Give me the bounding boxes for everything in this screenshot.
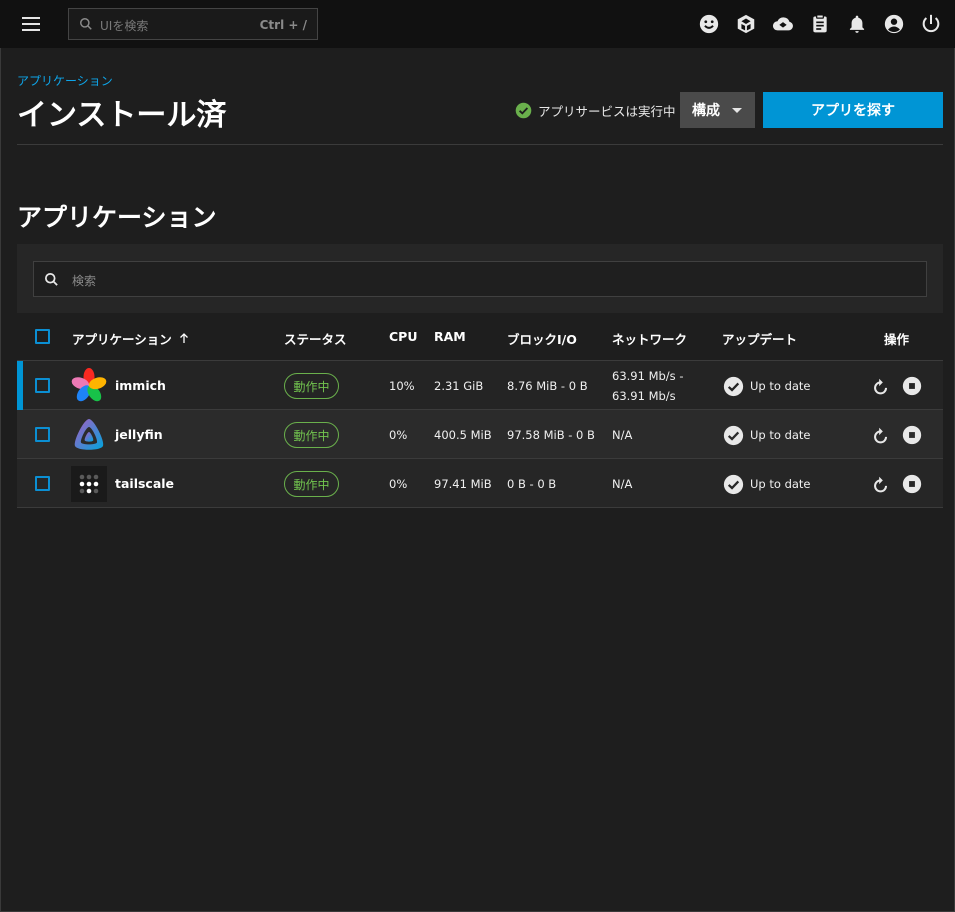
table-header: アプリケーション ステータス CPU RAM ブロックI/O ネットワーク アッ… (17, 313, 943, 361)
config-dropdown-button[interactable]: 構成 (680, 92, 755, 128)
discover-apps-button[interactable]: アプリを探す (763, 92, 943, 128)
page-title: インストール済 (17, 98, 227, 133)
status-badge: 動作中 (284, 471, 339, 497)
cpu-value: 10% (389, 379, 415, 393)
global-search-placeholder: UIを検索 (100, 19, 149, 33)
app-name[interactable]: jellyfin (115, 427, 163, 442)
column-header-ram[interactable]: RAM (434, 329, 466, 344)
row-checkbox[interactable] (35, 378, 50, 393)
app-search-placeholder: 検索 (72, 274, 97, 288)
clipboard-icon[interactable] (808, 12, 832, 36)
ram-value: 2.31 GiB (434, 379, 484, 393)
search-icon (80, 18, 92, 30)
row-checkbox[interactable] (35, 476, 50, 491)
column-app-label: アプリケーション (72, 332, 172, 347)
check-circle-icon (723, 474, 744, 494)
select-all-checkbox[interactable] (35, 329, 50, 344)
restart-icon[interactable] (870, 376, 892, 398)
table-row[interactable]: jellyfin 動作中 0% 400.5 MiB 97.58 MiB - 0 … (17, 410, 943, 459)
apps-card: 検索 アプリケーション ステータス CPU RAM ブロックI/O ネットワーク… (17, 244, 943, 509)
column-header-update[interactable]: アップデート (722, 329, 797, 348)
cpu-value: 0% (389, 477, 408, 491)
top-bar: UIを検索 Ctrl + / (0, 0, 955, 48)
network-value-line1: 63.91 Mb/s - (612, 369, 684, 383)
account-circle-icon[interactable] (882, 12, 906, 36)
menu-icon[interactable] (20, 14, 42, 34)
network-value-line2: 63.91 Mb/s (612, 389, 676, 403)
update-status: Up to date (723, 424, 811, 446)
config-label: 構成 (692, 103, 720, 119)
power-icon[interactable] (919, 12, 943, 36)
header-divider (17, 144, 943, 145)
cube-icon[interactable] (734, 12, 758, 36)
cpu-value: 0% (389, 428, 408, 442)
smiley-icon[interactable] (697, 12, 721, 36)
stop-icon[interactable] (902, 425, 922, 445)
block-io-value: 8.76 MiB - 0 B (507, 379, 588, 393)
breadcrumb[interactable]: アプリケーション (17, 72, 113, 89)
column-header-actions: 操作 (884, 332, 910, 347)
section-title: アプリケーション (17, 203, 217, 232)
column-header-block-io[interactable]: ブロックI/O (507, 329, 577, 348)
table-row[interactable]: immich 動作中 10% 2.31 GiB 8.76 MiB - 0 B 6… (17, 361, 943, 410)
bell-icon[interactable] (845, 12, 869, 36)
ram-value: 400.5 MiB (434, 428, 492, 442)
row-checkbox[interactable] (35, 427, 50, 442)
restart-icon[interactable] (870, 474, 892, 496)
ram-value: 97.41 MiB (434, 477, 492, 491)
cloud-sync-icon[interactable] (771, 12, 795, 36)
search-shortcut-hint: Ctrl + / (259, 18, 307, 32)
column-header-cpu[interactable]: CPU (389, 329, 418, 344)
app-search-input[interactable]: 検索 (33, 261, 927, 297)
service-status: アプリサービスは実行中 (515, 100, 676, 120)
service-status-label: アプリサービスは実行中 (538, 103, 676, 119)
column-header-status[interactable]: ステータス (284, 329, 347, 348)
search-area: 検索 (17, 244, 943, 313)
immich-logo-icon (71, 368, 107, 402)
update-status-label: Up to date (750, 379, 811, 393)
table-row[interactable]: tailscale 動作中 0% 97.41 MiB 0 B - 0 B N/A… (17, 459, 943, 508)
restart-icon[interactable] (870, 425, 892, 447)
app-name[interactable]: tailscale (115, 476, 174, 491)
search-icon (45, 273, 58, 286)
check-circle-icon (723, 376, 744, 396)
update-status-label: Up to date (750, 477, 811, 491)
global-search-input[interactable]: UIを検索 Ctrl + / (68, 8, 318, 40)
arrow-up-icon (179, 333, 188, 343)
tailscale-logo-icon (71, 466, 107, 502)
update-status: Up to date (723, 473, 811, 495)
stop-icon[interactable] (902, 376, 922, 396)
column-header-network[interactable]: ネットワーク (612, 329, 687, 348)
status-badge: 動作中 (284, 422, 339, 448)
selected-row-indicator (17, 361, 23, 410)
network-value-line1: N/A (612, 477, 633, 491)
update-status: Up to date (723, 375, 811, 397)
column-header-app[interactable]: アプリケーション (72, 329, 190, 348)
chevron-down-icon (732, 107, 742, 113)
block-io-value: 97.58 MiB - 0 B (507, 428, 595, 442)
stop-icon[interactable] (902, 474, 922, 494)
app-name[interactable]: immich (115, 378, 166, 393)
network-value-line1: N/A (612, 428, 633, 442)
discover-apps-label: アプリを探す (811, 103, 895, 119)
jellyfin-logo-icon (74, 419, 104, 450)
block-io-value: 0 B - 0 B (507, 477, 557, 491)
status-badge: 動作中 (284, 373, 339, 399)
check-circle-icon (515, 102, 532, 118)
check-circle-icon (723, 425, 744, 445)
update-status-label: Up to date (750, 428, 811, 442)
